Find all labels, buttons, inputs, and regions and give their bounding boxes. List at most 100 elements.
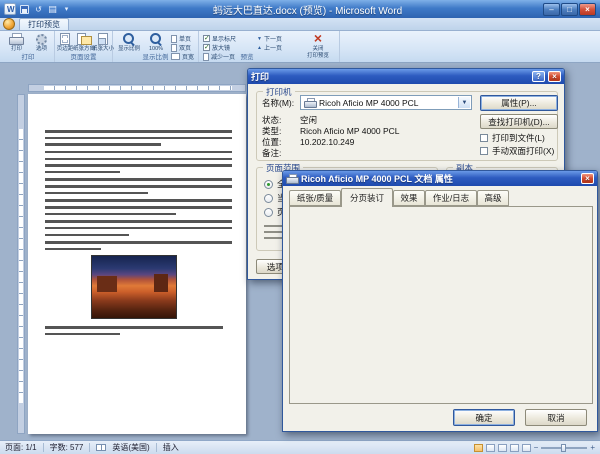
- ribbon: 打印 选项 打印 页边距 纸张方向 纸张大小 页面设置: [0, 31, 600, 63]
- close-print-preview-button[interactable]: 关闭 打印预览: [299, 32, 337, 59]
- range-pages-radio[interactable]: [264, 208, 273, 217]
- zoom-slider[interactable]: [541, 447, 587, 449]
- divider: [89, 443, 90, 452]
- maximize-button[interactable]: [561, 3, 578, 16]
- close-button[interactable]: [579, 3, 596, 16]
- prev-page-icon: [257, 45, 262, 51]
- printer-icon: [304, 98, 316, 107]
- close-preview-label-2: 打印预览: [307, 53, 329, 59]
- gear-icon: [36, 34, 47, 45]
- cancel-button[interactable]: 取消: [525, 409, 587, 426]
- word-app-icon: [4, 3, 16, 15]
- view-fullscreen-button[interactable]: [486, 444, 495, 452]
- tab-paper-quality[interactable]: 纸张/质量: [289, 190, 341, 206]
- zoom-button[interactable]: 显示比例: [115, 32, 143, 52]
- printer-name-select[interactable]: Ricoh Aficio MP 4000 PCL: [300, 95, 472, 110]
- paper-size-button[interactable]: 纸张大小: [94, 32, 112, 52]
- preview-group-label: 预览: [199, 51, 295, 61]
- zoom-in-icon[interactable]: +: [590, 443, 595, 452]
- one-page-button[interactable]: 单页: [171, 34, 191, 43]
- ribbon-tab-row: 打印预览: [0, 18, 600, 31]
- tab-advanced[interactable]: 高级: [477, 190, 509, 206]
- print-group-label: 打印: [2, 51, 54, 61]
- view-web-layout-button[interactable]: [498, 444, 507, 452]
- where-label: 位置:: [262, 137, 281, 147]
- next-page-button[interactable]: 下一页: [257, 34, 282, 43]
- window-title: 蚂远大巴直达.docx (预览) - Microsoft Word: [75, 2, 540, 17]
- ribbon-group-print: 打印 选项 打印: [2, 31, 55, 62]
- print-button[interactable]: 打印: [5, 32, 28, 52]
- page-setup-group-label: 页面设置: [55, 51, 112, 61]
- divider: [156, 443, 157, 452]
- margins-icon: [60, 33, 70, 45]
- print-dialog-titlebar[interactable]: 打印: [248, 69, 564, 84]
- print-to-file-label: 打印到文件(L): [492, 133, 545, 143]
- find-printer-button[interactable]: 查找打印机(D)...: [480, 114, 558, 129]
- minimize-button[interactable]: [543, 3, 560, 16]
- view-print-layout-button[interactable]: [474, 444, 483, 452]
- printer-group-label: 打印机: [263, 86, 295, 98]
- view-outline-button[interactable]: [510, 444, 519, 452]
- printer-icon: [9, 33, 24, 45]
- undo-icon[interactable]: [33, 4, 44, 15]
- insert-mode-indicator[interactable]: 插入: [163, 442, 179, 453]
- zoom-slider-thumb[interactable]: [561, 444, 566, 452]
- magnifier-icon: [123, 33, 135, 45]
- ribbon-group-page-setup: 页边距 纸张方向 纸张大小 页面设置: [55, 31, 113, 62]
- word-count[interactable]: 字数: 577: [50, 442, 84, 453]
- properties-dialog-titlebar[interactable]: Ricoh Aficio MP 4000 PCL 文档 属性: [283, 171, 597, 186]
- magnifier-checkbox-icon: [203, 44, 210, 51]
- qat-dropdown-icon[interactable]: [61, 4, 72, 15]
- ribbon-group-zoom: 显示比例 100% 单页 双页 页宽 显示比例: [113, 31, 199, 62]
- status-bar: 页面: 1/1 字数: 577 英语(美国) 插入 − +: [0, 440, 600, 454]
- orientation-button[interactable]: 纸张方向: [75, 32, 93, 52]
- zoom-100-button[interactable]: 100%: [145, 32, 167, 52]
- word-window: 蚂远大巴直达.docx (预览) - Microsoft Word 打印预览 打…: [0, 0, 600, 454]
- type-value: Ricoh Aficio MP 4000 PCL: [300, 126, 400, 136]
- range-all-radio[interactable]: [264, 180, 273, 189]
- zoom-group-label: 显示比例: [113, 51, 198, 61]
- print-preview-icon[interactable]: [47, 4, 58, 15]
- status-label: 状态:: [262, 115, 281, 125]
- tab-effects[interactable]: 效果: [393, 190, 425, 206]
- document-photo: [91, 255, 177, 319]
- document-page: [28, 94, 246, 434]
- printer-name-label: 名称(M):: [262, 98, 294, 108]
- zoom-out-icon[interactable]: −: [534, 443, 539, 452]
- close-icon[interactable]: [548, 71, 561, 82]
- title-bar: 蚂远大巴直达.docx (预览) - Microsoft Word: [0, 0, 600, 18]
- show-ruler-checkbox[interactable]: 显示标尺: [203, 34, 236, 43]
- office-button[interactable]: [3, 18, 15, 30]
- one-page-icon: [171, 35, 177, 43]
- print-options-button[interactable]: 选项: [30, 32, 53, 52]
- status-value: 空闲: [300, 115, 317, 125]
- tab-finishing[interactable]: 分页装订: [341, 188, 393, 207]
- ribbon-group-preview: 显示标尺 放大镜 减少一页 下一页 上一页 关闭 打印预览: [199, 31, 340, 62]
- view-draft-button[interactable]: [522, 444, 531, 452]
- tab-print-preview[interactable]: 打印预览: [19, 18, 69, 30]
- document-text: [45, 130, 232, 428]
- next-page-icon: [257, 36, 262, 42]
- zoom-100-icon: [150, 33, 162, 45]
- help-icon[interactable]: [532, 71, 545, 82]
- properties-button[interactable]: 属性(P)...: [480, 95, 558, 111]
- vertical-ruler[interactable]: [17, 94, 25, 434]
- divider: [43, 443, 44, 452]
- print-to-file-checkbox[interactable]: [480, 134, 488, 142]
- manual-duplex-checkbox[interactable]: [480, 147, 488, 155]
- next-page-label: 下一页: [264, 34, 282, 43]
- margins-button[interactable]: 页边距: [56, 32, 74, 52]
- proofing-icon[interactable]: [96, 444, 106, 451]
- page-indicator[interactable]: 页面: 1/1: [5, 442, 37, 453]
- range-current-radio[interactable]: [264, 194, 273, 203]
- ok-button[interactable]: 确定: [453, 409, 515, 426]
- close-icon[interactable]: [581, 173, 594, 184]
- close-preview-x-icon: [314, 32, 322, 45]
- paper-size-icon: [98, 33, 108, 45]
- tab-job-log[interactable]: 作业/日志: [425, 190, 477, 206]
- save-icon[interactable]: [20, 5, 29, 14]
- one-page-label: 单页: [179, 34, 191, 43]
- horizontal-ruler[interactable]: [28, 84, 246, 92]
- finishing-tab-page: [289, 206, 593, 404]
- language-indicator[interactable]: 英语(美国): [112, 442, 149, 453]
